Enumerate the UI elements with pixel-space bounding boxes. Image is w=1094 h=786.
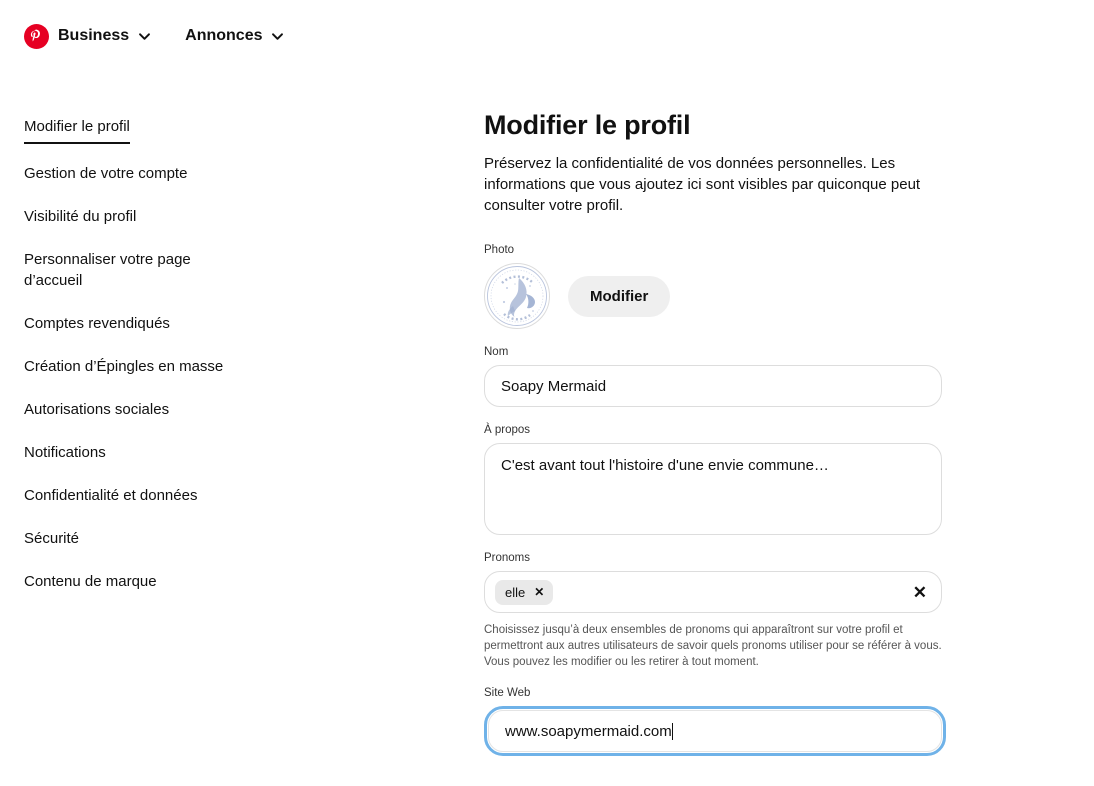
edit-profile-panel: Modifier le profil Préservez la confiden… — [229, 72, 946, 773]
page-body: Modifier le profil Gestion de votre comp… — [0, 72, 1094, 773]
close-icon[interactable]: ✕ — [534, 586, 544, 598]
pronouns-label: Pronoms — [484, 552, 531, 564]
pronouns-help-text: Choisissez jusqu’à deux ensembles de pro… — [484, 624, 942, 668]
pronoun-tag[interactable]: elle ✕ — [495, 579, 554, 605]
website-input[interactable]: www.soapymermaid.com — [488, 710, 942, 752]
sidebar-item-gestion-de-votre-compte[interactable]: Gestion de votre compte — [24, 163, 187, 184]
about-textarea[interactable] — [484, 443, 942, 535]
nav-item-annonces-label: Annonces — [185, 27, 263, 44]
website-label: Site Web — [484, 687, 531, 699]
nav-item-business-label: Business — [58, 27, 130, 44]
sidebar-item-contenu-de-marque[interactable]: Contenu de marque — [24, 571, 157, 592]
sidebar-item-creation-depingles-en-masse[interactable]: Création d’Épingles en masse — [24, 356, 223, 377]
pronouns-tag-input[interactable]: elle ✕ ✕ — [484, 571, 942, 613]
top-navigation-bar: Business Annonces — [0, 0, 1094, 72]
nav-item-annonces[interactable]: Annonces — [185, 28, 284, 44]
about-label: À propos — [484, 424, 531, 436]
sidebar-item-visibilite-du-profil[interactable]: Visibilité du profil — [24, 206, 136, 227]
website-field: Site Web www.soapymermaid.com — [484, 687, 946, 756]
mermaid-avatar — [484, 263, 550, 329]
website-focus-ring: www.soapymermaid.com — [484, 706, 946, 756]
sidebar-item-modifier-le-profil[interactable]: Modifier le profil — [24, 116, 130, 144]
nav-item-business[interactable]: Business — [24, 23, 151, 49]
name-input[interactable] — [484, 365, 942, 407]
clear-pronouns-icon[interactable]: ✕ — [907, 584, 927, 601]
sidebar-item-securite[interactable]: Sécurité — [24, 528, 79, 549]
sidebar-item-confidentialite-et-donnees[interactable]: Confidentialité et données — [24, 485, 197, 506]
name-label: Nom — [484, 346, 509, 358]
sidebar-item-notifications[interactable]: Notifications — [24, 442, 106, 463]
text-caret — [671, 722, 673, 740]
website-input-value: www.soapymermaid.com — [505, 722, 672, 740]
pronouns-field: Pronoms elle ✕ ✕ Choisissez jusqu’à deux… — [484, 552, 942, 670]
edit-photo-button[interactable]: Modifier — [568, 275, 671, 317]
photo-label: Photo — [484, 244, 515, 256]
chevron-down-icon — [272, 32, 284, 40]
settings-sidebar: Modifier le profil Gestion de votre comp… — [24, 72, 229, 773]
page-title: Modifier le profil — [484, 110, 691, 140]
pinterest-logo-icon — [24, 23, 49, 49]
sidebar-item-personnaliser-votre-page-daccueil[interactable]: Personnaliser votre page d’accueil — [24, 249, 229, 291]
chevron-down-icon — [139, 32, 151, 40]
about-field: À propos — [484, 424, 942, 535]
sidebar-item-autorisations-sociales[interactable]: Autorisations sociales — [24, 399, 169, 420]
sidebar-item-comptes-revendiques[interactable]: Comptes revendiqués — [24, 313, 170, 334]
name-field: Nom — [484, 346, 942, 407]
page-description: Préservez la confidentialité de vos donn… — [484, 155, 921, 214]
photo-field: Photo Modifier — [484, 244, 942, 329]
pronoun-tag-label: elle — [505, 584, 526, 600]
